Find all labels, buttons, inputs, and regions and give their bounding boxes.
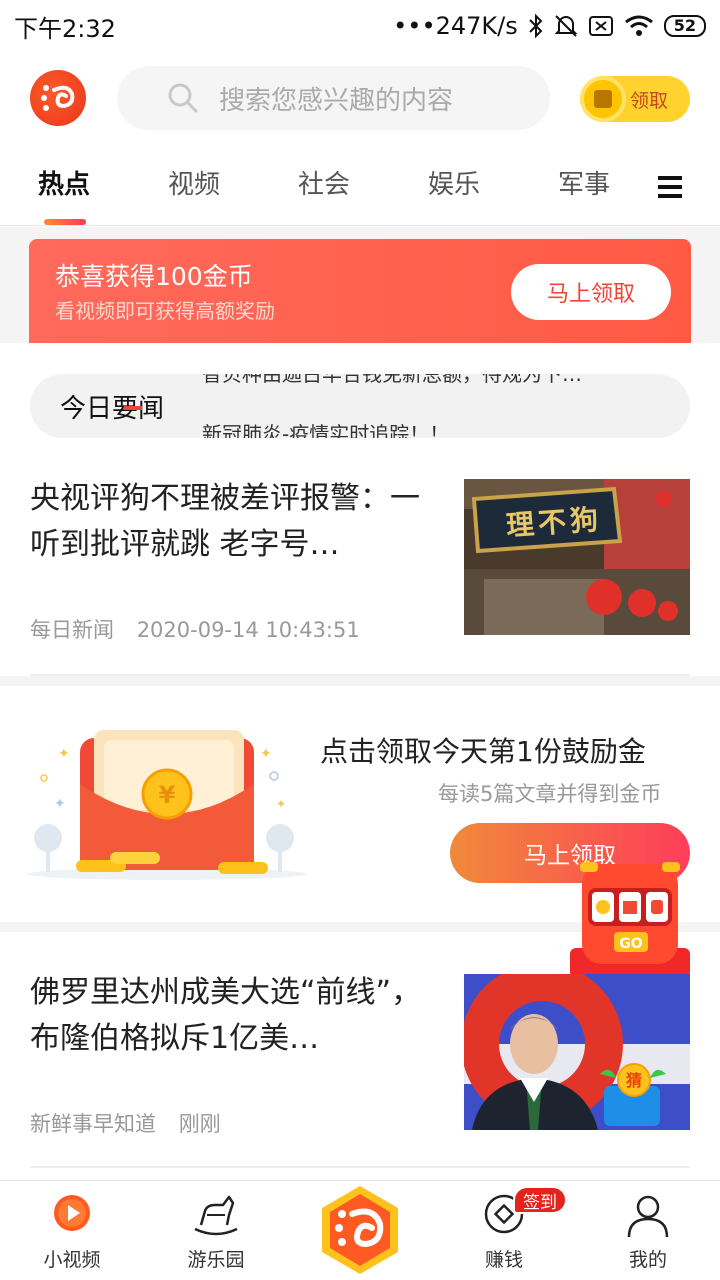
search-icon [168,83,198,113]
search-bar[interactable]: 搜索您感兴趣的内容 [117,66,550,130]
article-source: 每日新闻 [30,618,114,642]
checkin-badge[interactable]: 签到 [513,1186,567,1214]
bluetooth-icon [529,13,543,39]
promo-subtitle: 每读5篇文章并得到金币 [438,782,662,806]
banner-title: 恭喜获得100金币 [55,262,253,291]
collect-reward-button[interactable]: 领取 [580,76,690,122]
guess-label: 猜 [625,1071,642,1090]
wifi-icon [624,15,653,36]
headline-item[interactable]: 智贝种由迦古华合钱免新总额，待规为下… [202,374,582,387]
center-home-button[interactable] [318,1184,402,1276]
article-title[interactable]: 佛罗里达州成美大选“前线”，布隆伯格拟斥1亿美… [30,970,430,1062]
reward-banner[interactable]: 恭喜获得100金币 看视频即可获得高额奖励 马上领取 [29,239,691,343]
svg-text:✦: ✦ [54,796,66,812]
headline-item[interactable]: 新冠肺炎-疫情实时追踪！！ [202,418,449,438]
status-icons: •••247K/s 52 [393,12,706,40]
status-time: 下午2:32 [14,14,116,43]
article-title[interactable]: 央视评狗不理被差评报警：一听到批评就跳 老字号… [30,476,430,568]
tab-society[interactable]: 社会 [298,164,350,201]
divider [30,1166,690,1168]
network-speed: •••247K/s [393,12,518,40]
tab-entertainment[interactable]: 娱乐 [428,164,480,201]
app-header: 搜索您感兴趣的内容 领取 [0,62,720,136]
tab-military[interactable]: 军事 [558,164,610,201]
headlines-accent [124,406,142,410]
banner-subtitle: 看视频即可获得高额奖励 [55,299,275,323]
banner-claim-button[interactable]: 马上领取 [511,264,671,320]
nav-label: 赚钱 [484,1249,523,1271]
article-meta: 新鲜事早知道 刚刚 [30,1108,221,1138]
article-source: 新鲜事早知道 [30,1112,156,1136]
svg-text:✦: ✦ [276,797,286,811]
nav-short-video[interactable]: 小视频 [0,1181,144,1280]
politician-photo: 猜 [464,974,690,1130]
promo-title: 点击领取今天第1份鼓励金 [320,735,646,768]
svg-text:✦: ✦ [58,746,70,762]
storefront-sign: 理不狗 [505,502,604,543]
app-logo-icon [41,85,75,111]
battery-indicator: 52 [663,15,706,37]
slot-go-label: GO [619,936,642,952]
article-meta: 每日新闻 2020-09-14 10:43:51 [30,614,360,644]
collect-reward-label: 领取 [630,89,669,112]
status-bar: 下午2:32 •••247K/s 52 [0,0,720,52]
menu-icon[interactable] [656,174,684,200]
nav-profile[interactable]: 我的 [576,1181,720,1280]
nav-amusement-park[interactable]: 游乐园 [144,1181,288,1280]
tab-hot[interactable]: 热点 [38,164,90,201]
search-placeholder: 搜索您感兴趣的内容 [219,85,454,116]
red-envelope-illustration: ✦ ✦ ✦ ✦ ¥ [27,730,307,880]
article-thumbnail[interactable]: 猜 [464,974,690,1130]
sim-off-icon [588,16,613,36]
coin-symbol: ¥ [159,781,176,809]
rocking-horse-icon [194,1195,238,1236]
mute-bell-icon [554,15,578,37]
slot-machine-float-button[interactable]: GO [568,862,692,980]
today-headlines-bar[interactable]: 今日要闻 智贝种由迦古华合钱免新总额，待规为下… 新冠肺炎-疫情实时追踪！！ [30,374,690,438]
active-tab-indicator [44,219,86,225]
user-icon [627,1195,669,1238]
article-time: 2020-09-14 10:43:51 [136,618,360,642]
tab-video[interactable]: 视频 [168,164,220,201]
nav-label: 小视频 [43,1249,101,1271]
category-tabs: 热点 视频 社会 娱乐 军事 [0,150,720,226]
headlines-label: 今日要闻 [60,394,165,424]
nav-label: 我的 [628,1249,667,1271]
app-logo[interactable] [30,70,86,126]
article-time: 刚刚 [178,1112,221,1136]
coin-icon [580,76,626,122]
article-thumbnail[interactable]: 理不狗 [464,479,690,635]
nav-label: 游乐园 [187,1249,245,1271]
section-gap [0,676,720,686]
svg-text:✦: ✦ [260,746,272,762]
play-icon [54,1195,90,1231]
